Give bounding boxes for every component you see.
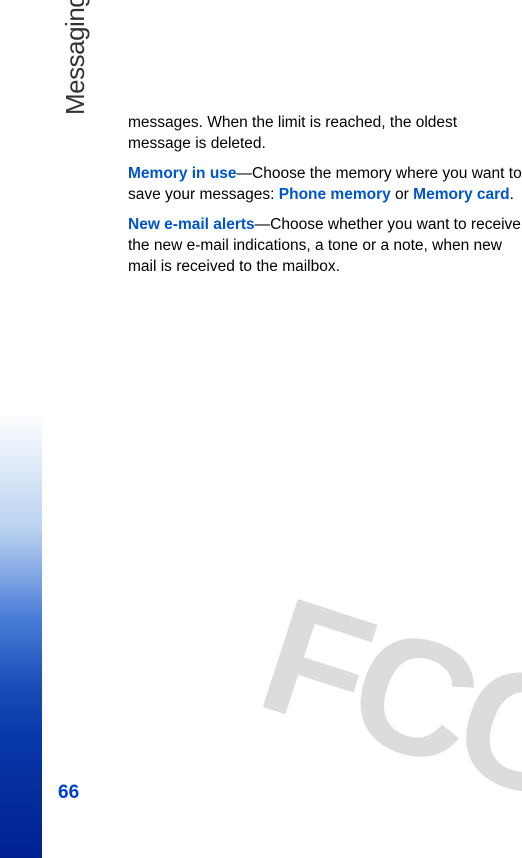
paragraph-1-text: messages. When the limit is reached, the… [128,114,457,152]
left-gradient-bar [0,0,42,858]
new-email-alerts-label: New e-mail alerts [128,216,255,233]
paragraph-2-or: or [391,186,413,203]
body-content: messages. When the limit is reached, the… [128,113,522,286]
paragraph-1: messages. When the limit is reached, the… [128,113,522,155]
fcc-watermark: FCC [240,560,522,837]
page-number: 66 [58,782,79,804]
memory-in-use-label: Memory in use [128,165,237,182]
paragraph-2-end: . [510,186,514,203]
memory-card-option: Memory card [413,186,509,203]
section-title: Messaging [60,0,91,115]
paragraph-3: New e-mail alerts—Choose whether you wan… [128,215,522,278]
phone-memory-option: Phone memory [279,186,391,203]
paragraph-2: Memory in use—Choose the memory where yo… [128,164,522,206]
